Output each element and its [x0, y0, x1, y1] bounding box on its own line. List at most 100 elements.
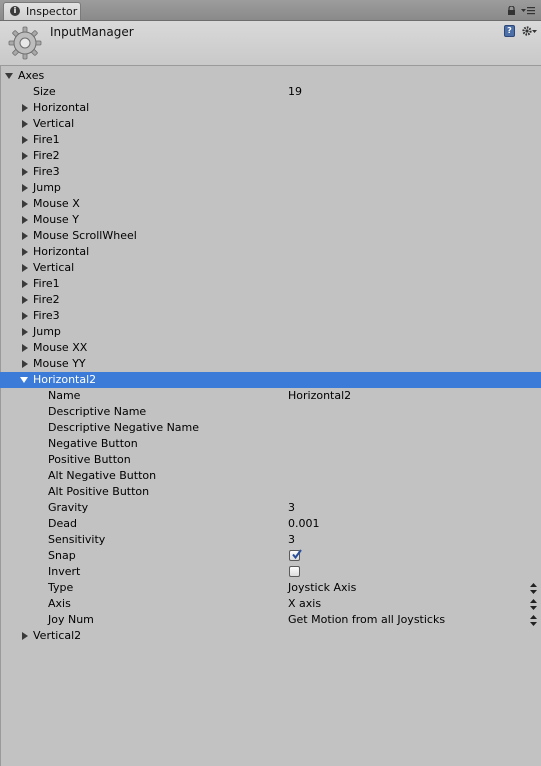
descriptive-negative-name-row: Descriptive Negative Name	[0, 420, 541, 436]
name-row: Name Horizontal2	[0, 388, 541, 404]
axis-item-label: Fire3	[33, 309, 60, 322]
axis-item-label: Vertical	[33, 117, 75, 130]
axis-item-selected[interactable]: Horizontal2	[0, 372, 541, 388]
expanded-arrow-icon[interactable]	[20, 377, 28, 383]
axis-item[interactable]: Fire2	[0, 148, 541, 164]
axes-label: Axes	[18, 69, 45, 82]
collapsed-arrow-icon[interactable]	[22, 248, 28, 256]
invert-checkbox[interactable]	[289, 566, 300, 577]
axis-item[interactable]: Mouse ScrollWheel	[0, 228, 541, 244]
page-title: InputManager	[50, 25, 134, 39]
axis-item-label: Jump	[33, 181, 61, 194]
axis-label: Axis	[48, 597, 71, 610]
collapsed-arrow-icon[interactable]	[22, 344, 28, 352]
tab-label: Inspector	[26, 5, 78, 18]
collapsed-arrow-icon[interactable]	[22, 200, 28, 208]
axis-item-label: Fire2	[33, 293, 60, 306]
collapsed-arrow-icon[interactable]	[22, 280, 28, 288]
collapsed-arrow-icon[interactable]	[22, 296, 28, 304]
sensitivity-label: Sensitivity	[48, 533, 106, 546]
axis-item[interactable]: Fire3	[0, 308, 541, 324]
descriptive-name-row: Descriptive Name	[0, 404, 541, 420]
axis-item[interactable]: Fire1	[0, 132, 541, 148]
sensitivity-row: Sensitivity 3	[0, 532, 541, 548]
alt-positive-button-row: Alt Positive Button	[0, 484, 541, 500]
tab-inspector[interactable]: i Inspector	[3, 2, 81, 20]
axis-item[interactable]: Mouse YY	[0, 356, 541, 372]
descriptive-name-label: Descriptive Name	[48, 405, 147, 418]
joy-num-label: Joy Num	[48, 613, 94, 626]
axis-item[interactable]: Vertical	[0, 116, 541, 132]
axis-item[interactable]: Mouse Y	[0, 212, 541, 228]
type-row: Type Joystick Axis	[0, 580, 541, 596]
collapsed-arrow-icon[interactable]	[22, 328, 28, 336]
dropdown-arrows-icon[interactable]	[530, 583, 537, 594]
collapsed-arrow-icon[interactable]	[22, 120, 28, 128]
axis-item-label: Horizontal	[33, 101, 90, 114]
axis-row: Axis X axis	[0, 596, 541, 612]
axis-item[interactable]: Fire2	[0, 292, 541, 308]
axis-item[interactable]: Horizontal	[0, 244, 541, 260]
dead-field[interactable]: 0.001	[288, 517, 320, 530]
axis-dropdown[interactable]: X axis	[288, 597, 321, 610]
invert-label: Invert	[48, 565, 81, 578]
type-label: Type	[48, 581, 74, 594]
name-label: Name	[48, 389, 81, 402]
collapsed-arrow-icon[interactable]	[22, 152, 28, 160]
inspector-content: Axes Size 19 Horizontal Vertical Fire1 Fire…	[0, 66, 541, 766]
axis-item-label: Horizontal2	[33, 373, 97, 386]
axis-item[interactable]: Vertical	[0, 260, 541, 276]
collapsed-arrow-icon[interactable]	[22, 136, 28, 144]
gear-icon[interactable]	[521, 25, 537, 37]
collapsed-arrow-icon[interactable]	[22, 264, 28, 272]
collapsed-arrow-icon[interactable]	[22, 360, 28, 368]
axis-item-label: Fire3	[33, 165, 60, 178]
tab-menu-icon[interactable]	[521, 6, 535, 15]
negative-button-label: Negative Button	[48, 437, 138, 450]
collapsed-arrow-icon[interactable]	[22, 104, 28, 112]
size-field[interactable]: 19	[288, 85, 302, 98]
axis-item-label: Vertical	[33, 261, 75, 274]
help-icon[interactable]: ?	[504, 25, 515, 37]
checkmark-icon	[292, 549, 302, 560]
dropdown-arrows-icon[interactable]	[530, 615, 537, 626]
axes-foldout[interactable]: Axes	[0, 68, 541, 84]
axis-item[interactable]: Mouse X	[0, 196, 541, 212]
axis-item[interactable]: Horizontal	[0, 100, 541, 116]
name-field[interactable]: Horizontal2	[288, 389, 351, 402]
descriptive-negative-name-label: Descriptive Negative Name	[48, 421, 200, 434]
invert-row: Invert	[0, 564, 541, 580]
collapsed-arrow-icon[interactable]	[22, 312, 28, 320]
axis-item-vertical2[interactable]: Vertical2	[0, 628, 541, 644]
axis-item-label: Fire1	[33, 133, 60, 146]
gravity-label: Gravity	[48, 501, 89, 514]
collapsed-arrow-icon[interactable]	[22, 632, 28, 640]
gravity-field[interactable]: 3	[288, 501, 295, 514]
collapsed-arrow-icon[interactable]	[22, 184, 28, 192]
dropdown-arrows-icon[interactable]	[530, 599, 537, 610]
axis-item[interactable]: Jump	[0, 324, 541, 340]
lock-icon[interactable]	[507, 6, 516, 15]
snap-label: Snap	[48, 549, 76, 562]
collapsed-arrow-icon[interactable]	[22, 168, 28, 176]
dead-row: Dead 0.001	[0, 516, 541, 532]
axis-item[interactable]: Mouse XX	[0, 340, 541, 356]
inspector-header: InputManager ?	[0, 21, 541, 66]
axis-item-label: Mouse ScrollWheel	[33, 229, 137, 242]
positive-button-row: Positive Button	[0, 452, 541, 468]
axis-item[interactable]: Fire1	[0, 276, 541, 292]
expanded-arrow-icon[interactable]	[5, 73, 13, 79]
size-row: Size 19	[0, 84, 541, 100]
snap-checkbox[interactable]	[289, 549, 302, 561]
axis-item-label: Fire1	[33, 277, 60, 290]
type-dropdown[interactable]: Joystick Axis	[288, 581, 356, 594]
axis-item[interactable]: Fire3	[0, 164, 541, 180]
joy-num-dropdown[interactable]: Get Motion from all Joysticks	[288, 613, 445, 626]
axis-item[interactable]: Jump	[0, 180, 541, 196]
alt-negative-button-row: Alt Negative Button	[0, 468, 541, 484]
negative-button-row: Negative Button	[0, 436, 541, 452]
collapsed-arrow-icon[interactable]	[22, 232, 28, 240]
collapsed-arrow-icon[interactable]	[22, 216, 28, 224]
dead-label: Dead	[48, 517, 77, 530]
sensitivity-field[interactable]: 3	[288, 533, 295, 546]
